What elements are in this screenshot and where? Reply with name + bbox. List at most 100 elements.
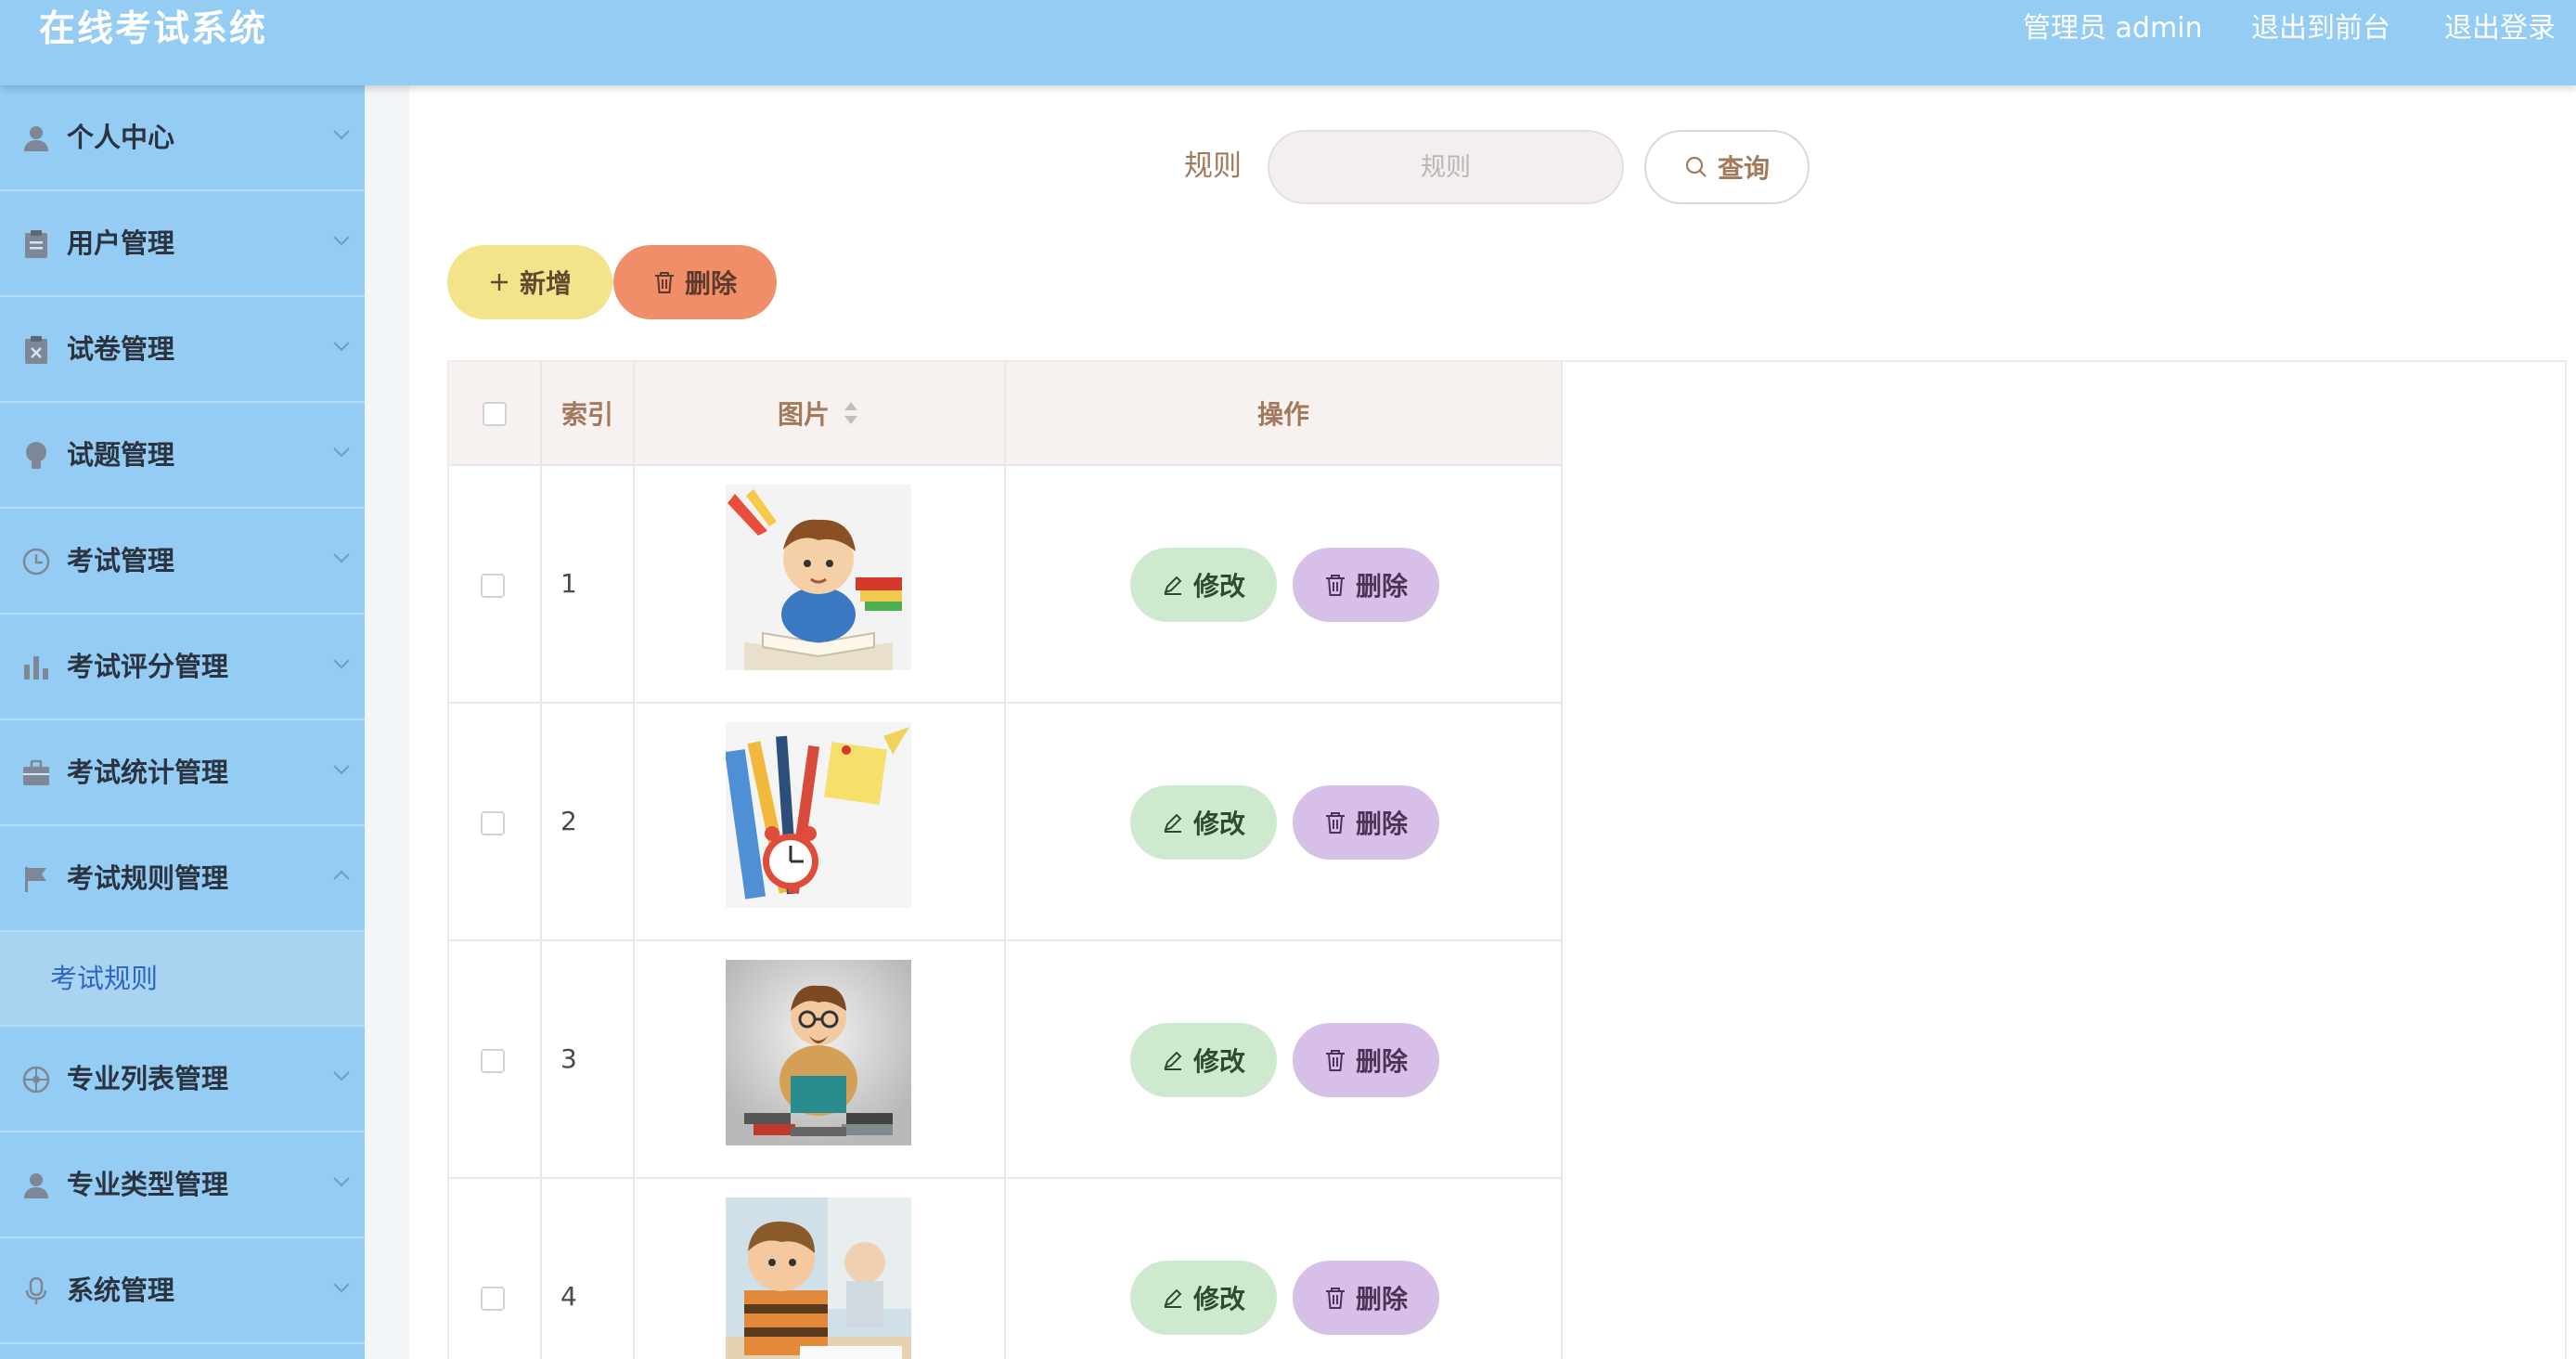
batch-delete-label: 删除 bbox=[684, 268, 737, 299]
edit-button-label: 修改 bbox=[1192, 809, 1245, 839]
user-icon bbox=[20, 123, 52, 154]
sidebar-item-label: 考试评分管理 bbox=[67, 651, 229, 682]
table-header: 索引 图片 操作 bbox=[449, 362, 1563, 466]
edit-button[interactable]: 修改 bbox=[1130, 1023, 1277, 1097]
logout-link[interactable]: 退出登录 bbox=[2444, 9, 2556, 48]
add-button-label: 新增 bbox=[519, 268, 572, 299]
chevron-down-icon bbox=[333, 342, 350, 352]
row-select-cell bbox=[449, 704, 542, 941]
paper-icon bbox=[20, 334, 52, 366]
header-actions-cell: 操作 bbox=[1006, 362, 1563, 466]
sidebar-item-label: 系统管理 bbox=[67, 1275, 175, 1306]
chevron-down-icon bbox=[333, 236, 350, 246]
content-gutter bbox=[365, 85, 409, 1359]
row-actions-cell: 修改 删除 bbox=[1006, 941, 1563, 1179]
edit-button[interactable]: 修改 bbox=[1130, 1261, 1277, 1335]
add-button[interactable]: 新增 bbox=[447, 245, 612, 319]
row-checkbox[interactable] bbox=[481, 1049, 505, 1073]
search-icon bbox=[1685, 156, 1707, 177]
sidebar-item-label: 个人中心 bbox=[67, 122, 175, 153]
chevron-down-icon bbox=[333, 1283, 350, 1293]
row-index-cell: 4 bbox=[542, 1179, 635, 1359]
row-checkbox[interactable] bbox=[481, 574, 505, 598]
clock-icon bbox=[20, 546, 52, 577]
admin-user-label: 管理员 admin bbox=[2023, 12, 2203, 45]
rules-table: 索引 图片 操作 1 修改 删除 2 修改 删除 3 修改 删除 4 修改 删除 bbox=[447, 360, 2567, 1359]
top-header: 在线考试系统 管理员 admin 退出到前台 退出登录 bbox=[0, 0, 2576, 85]
sidebar-subitem-exam-rules[interactable]: 考试规则 bbox=[0, 932, 365, 1027]
boy-reading-image bbox=[726, 485, 911, 670]
chevron-down-icon bbox=[333, 659, 350, 669]
trash-icon bbox=[654, 272, 674, 293]
delete-button-label: 删除 bbox=[1355, 571, 1408, 602]
bulb-icon bbox=[20, 440, 52, 472]
sidebar-item-label: 试卷管理 bbox=[67, 333, 175, 365]
sidebar-item-system-management[interactable]: 系统管理 bbox=[0, 1238, 365, 1344]
sidebar-item-label: 考试管理 bbox=[67, 545, 175, 576]
row-index: 2 bbox=[560, 806, 577, 836]
sidebar: 个人中心 用户管理 试卷管理 试题管理 考试管理 考试评分管理 考试统计管理 考… bbox=[0, 85, 365, 1359]
flag-icon bbox=[20, 863, 52, 895]
sidebar-item-label: 考试统计管理 bbox=[67, 757, 229, 788]
header-image-cell[interactable]: 图片 bbox=[635, 362, 1006, 466]
sort-icon[interactable] bbox=[841, 399, 861, 427]
query-button[interactable]: 查询 bbox=[1644, 130, 1810, 204]
sidebar-item-major-type-management[interactable]: 专业类型管理 bbox=[0, 1132, 365, 1238]
search-rule-label: 规则 bbox=[1184, 149, 1242, 183]
delete-button-label: 删除 bbox=[1355, 1046, 1408, 1077]
row-select-cell bbox=[449, 1179, 542, 1359]
compass-icon bbox=[20, 1064, 52, 1095]
delete-button[interactable]: 删除 bbox=[1293, 548, 1439, 622]
query-button-label: 查询 bbox=[1717, 153, 1770, 184]
search-rule-input[interactable] bbox=[1268, 130, 1624, 204]
row-image-cell bbox=[635, 941, 1006, 1179]
sidebar-item-label: 专业类型管理 bbox=[67, 1169, 229, 1200]
trash-icon bbox=[1325, 575, 1345, 596]
row-checkbox[interactable] bbox=[481, 1287, 505, 1311]
row-index-cell: 2 bbox=[542, 704, 635, 941]
edit-button-label: 修改 bbox=[1192, 571, 1245, 602]
chevron-down-icon bbox=[333, 130, 350, 140]
delete-button[interactable]: 删除 bbox=[1293, 1023, 1439, 1097]
delete-button[interactable]: 删除 bbox=[1293, 785, 1439, 860]
back-to-front-link[interactable]: 退出到前台 bbox=[2251, 9, 2390, 48]
row-actions-cell: 修改 删除 bbox=[1006, 1179, 1563, 1359]
sidebar-item-major-list-management[interactable]: 专业列表管理 bbox=[0, 1027, 365, 1132]
sidebar-item-paper-management[interactable]: 试卷管理 bbox=[0, 297, 365, 403]
pencil-icon bbox=[1164, 1288, 1182, 1308]
man-reading-books-image bbox=[726, 960, 911, 1145]
delete-button-label: 删除 bbox=[1355, 1284, 1408, 1314]
chevron-down-icon bbox=[333, 553, 350, 563]
row-image-cell bbox=[635, 1179, 1006, 1359]
student-classroom-image bbox=[726, 1197, 911, 1359]
plus-icon bbox=[490, 274, 508, 291]
column-header-index: 索引 bbox=[560, 399, 613, 430]
batch-delete-button[interactable]: 删除 bbox=[613, 245, 777, 319]
sidebar-item-personal-center[interactable]: 个人中心 bbox=[0, 85, 365, 191]
chevron-down-icon bbox=[333, 447, 350, 458]
row-image-cell bbox=[635, 704, 1006, 941]
chevron-down-icon bbox=[333, 765, 350, 775]
sidebar-item-label: 用户管理 bbox=[67, 227, 175, 259]
clipboard-icon bbox=[20, 228, 52, 260]
bar-chart-icon bbox=[20, 652, 52, 683]
header-index-cell: 索引 bbox=[542, 362, 635, 466]
sidebar-item-question-management[interactable]: 试题管理 bbox=[0, 403, 365, 509]
sidebar-item-rule-management[interactable]: 考试规则管理 bbox=[0, 826, 365, 932]
select-all-checkbox[interactable] bbox=[483, 402, 507, 426]
edit-button-label: 修改 bbox=[1192, 1284, 1245, 1314]
edit-button[interactable]: 修改 bbox=[1130, 548, 1277, 622]
sidebar-item-exam-management[interactable]: 考试管理 bbox=[0, 509, 365, 615]
sidebar-item-score-management[interactable]: 考试评分管理 bbox=[0, 615, 365, 720]
row-checkbox[interactable] bbox=[481, 811, 505, 835]
edit-button[interactable]: 修改 bbox=[1130, 785, 1277, 860]
header-select-cell bbox=[449, 362, 542, 466]
chevron-up-icon bbox=[333, 870, 350, 880]
delete-button[interactable]: 删除 bbox=[1293, 1261, 1439, 1335]
trash-icon bbox=[1325, 812, 1345, 834]
sidebar-item-statistics-management[interactable]: 考试统计管理 bbox=[0, 720, 365, 826]
user-icon bbox=[20, 1170, 52, 1201]
sidebar-item-user-management[interactable]: 用户管理 bbox=[0, 191, 365, 297]
row-index: 3 bbox=[560, 1043, 577, 1074]
row-index: 1 bbox=[560, 568, 577, 599]
